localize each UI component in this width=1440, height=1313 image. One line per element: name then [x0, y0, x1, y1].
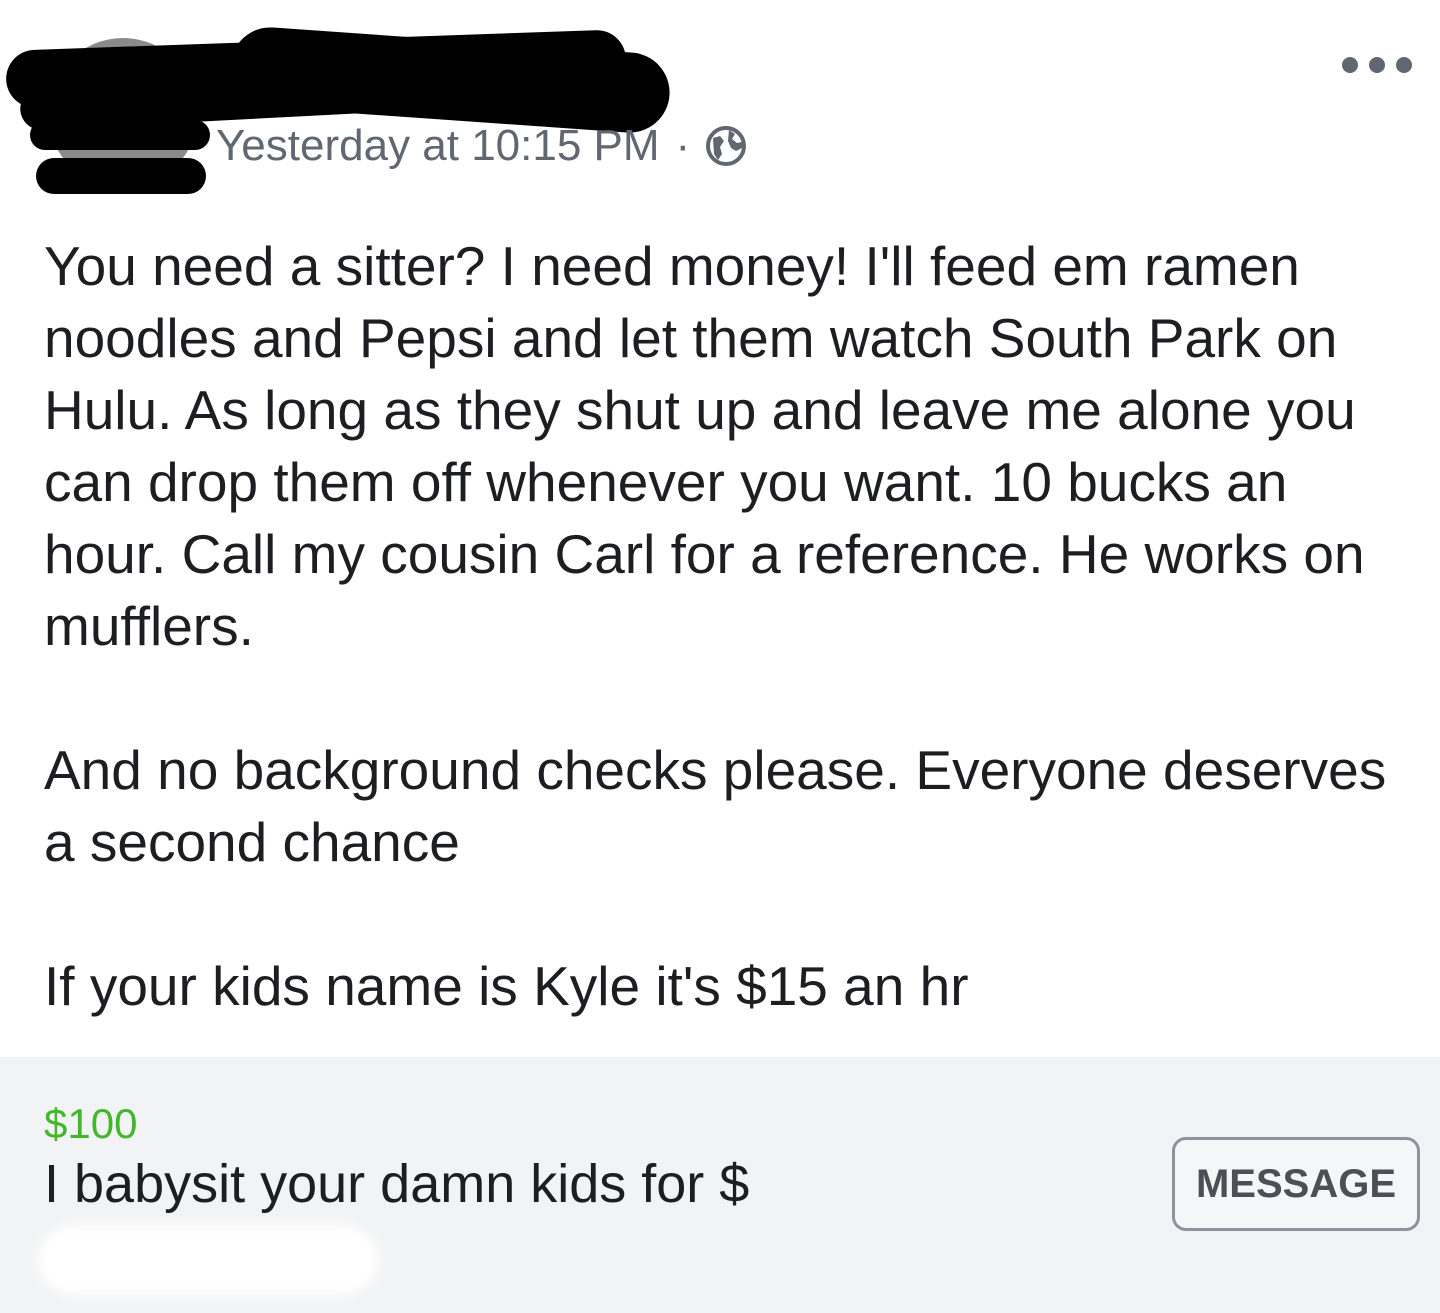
- globe-icon[interactable]: [704, 124, 748, 168]
- redaction-mark: [36, 158, 206, 194]
- blurred-redaction: [38, 1225, 378, 1295]
- timestamp-link[interactable]: Yesterday at 10:15 PM: [216, 121, 660, 171]
- marketplace-listing[interactable]: $100 I babysit your damn kids for $ MESS…: [0, 1057, 1440, 1313]
- dot: [1396, 57, 1412, 73]
- dot: [1342, 57, 1358, 73]
- post-paragraph: If your kids name is Kyle it's $15 an hr: [44, 955, 969, 1017]
- listing-price: $100: [44, 1100, 138, 1147]
- listing-title[interactable]: I babysit your damn kids for $: [44, 1151, 749, 1217]
- message-button[interactable]: MESSAGE: [1172, 1137, 1420, 1231]
- facebook-post: Yesterday at 10:15 PM · You need a sitte…: [0, 0, 1440, 1313]
- post-paragraph: You need a sitter? I need money! I'll fe…: [44, 235, 1365, 657]
- post-paragraph: And no background checks please. Everyon…: [44, 739, 1387, 873]
- meta-separator: ·: [675, 121, 691, 170]
- more-horizontal-icon[interactable]: [1342, 50, 1412, 80]
- post-text: You need a sitter? I need money! I'll fe…: [44, 230, 1414, 1022]
- post-header: Yesterday at 10:15 PM ·: [0, 0, 1440, 200]
- dot: [1369, 57, 1385, 73]
- post-meta: Yesterday at 10:15 PM ·: [216, 116, 748, 176]
- redaction-mark: [30, 120, 210, 150]
